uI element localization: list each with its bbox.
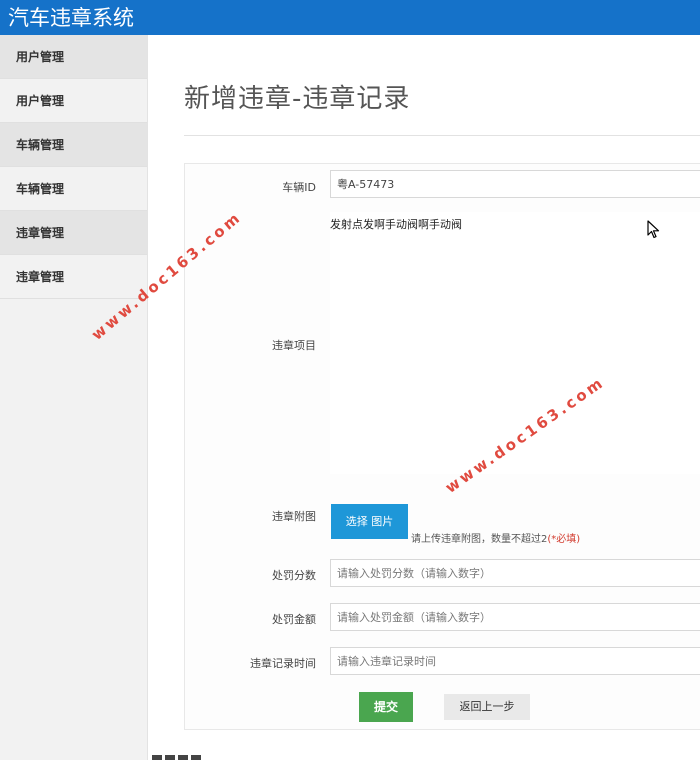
sidebar-item-user-management[interactable]: 用户管理 xyxy=(0,79,147,123)
sidebar-group-user-management[interactable]: 用户管理 xyxy=(0,35,147,79)
top-header-bar: 汽车违章系统 xyxy=(0,0,700,35)
record-time-label: 违章记录时间 xyxy=(250,657,316,670)
title-divider xyxy=(184,135,700,136)
violation-item-label: 违章项目 xyxy=(272,339,316,352)
attachment-hint: 请上传违章附图，数量不超过2(*必填) xyxy=(411,530,580,545)
sidebar: 用户管理 用户管理 车辆管理 车辆管理 违章管理 违章管理 xyxy=(0,35,148,760)
sidebar-item-violation-management[interactable]: 违章管理 xyxy=(0,255,147,299)
record-time-input[interactable] xyxy=(330,647,700,675)
penalty-amount-label: 处罚金额 xyxy=(272,613,316,626)
sidebar-group-vehicle-management[interactable]: 车辆管理 xyxy=(0,123,147,167)
page-title: 新增违章-违章记录 xyxy=(184,84,411,114)
attachment-hint-text: 请上传违章附图，数量不超过2 xyxy=(411,534,548,545)
penalty-points-label: 处罚分数 xyxy=(272,569,316,582)
mouse-cursor-icon xyxy=(647,220,660,239)
penalty-amount-input[interactable] xyxy=(330,603,700,631)
sidebar-group-violation-management[interactable]: 违章管理 xyxy=(0,211,147,255)
sidebar-item-vehicle-management[interactable]: 车辆管理 xyxy=(0,167,147,211)
choose-image-button[interactable]: 选择 图片 xyxy=(331,504,408,539)
vehicle-id-label: 车辆ID xyxy=(282,181,316,194)
attachment-label: 违章附图 xyxy=(272,510,316,523)
bottom-text-fragment xyxy=(152,755,201,760)
required-mark: (*必填) xyxy=(547,534,581,545)
back-button[interactable]: 返回上一步 xyxy=(444,694,530,720)
penalty-points-input[interactable] xyxy=(330,559,700,587)
submit-button[interactable]: 提交 xyxy=(359,692,413,722)
app-title: 汽车违章系统 xyxy=(8,6,134,30)
vehicle-id-input[interactable] xyxy=(330,170,700,198)
